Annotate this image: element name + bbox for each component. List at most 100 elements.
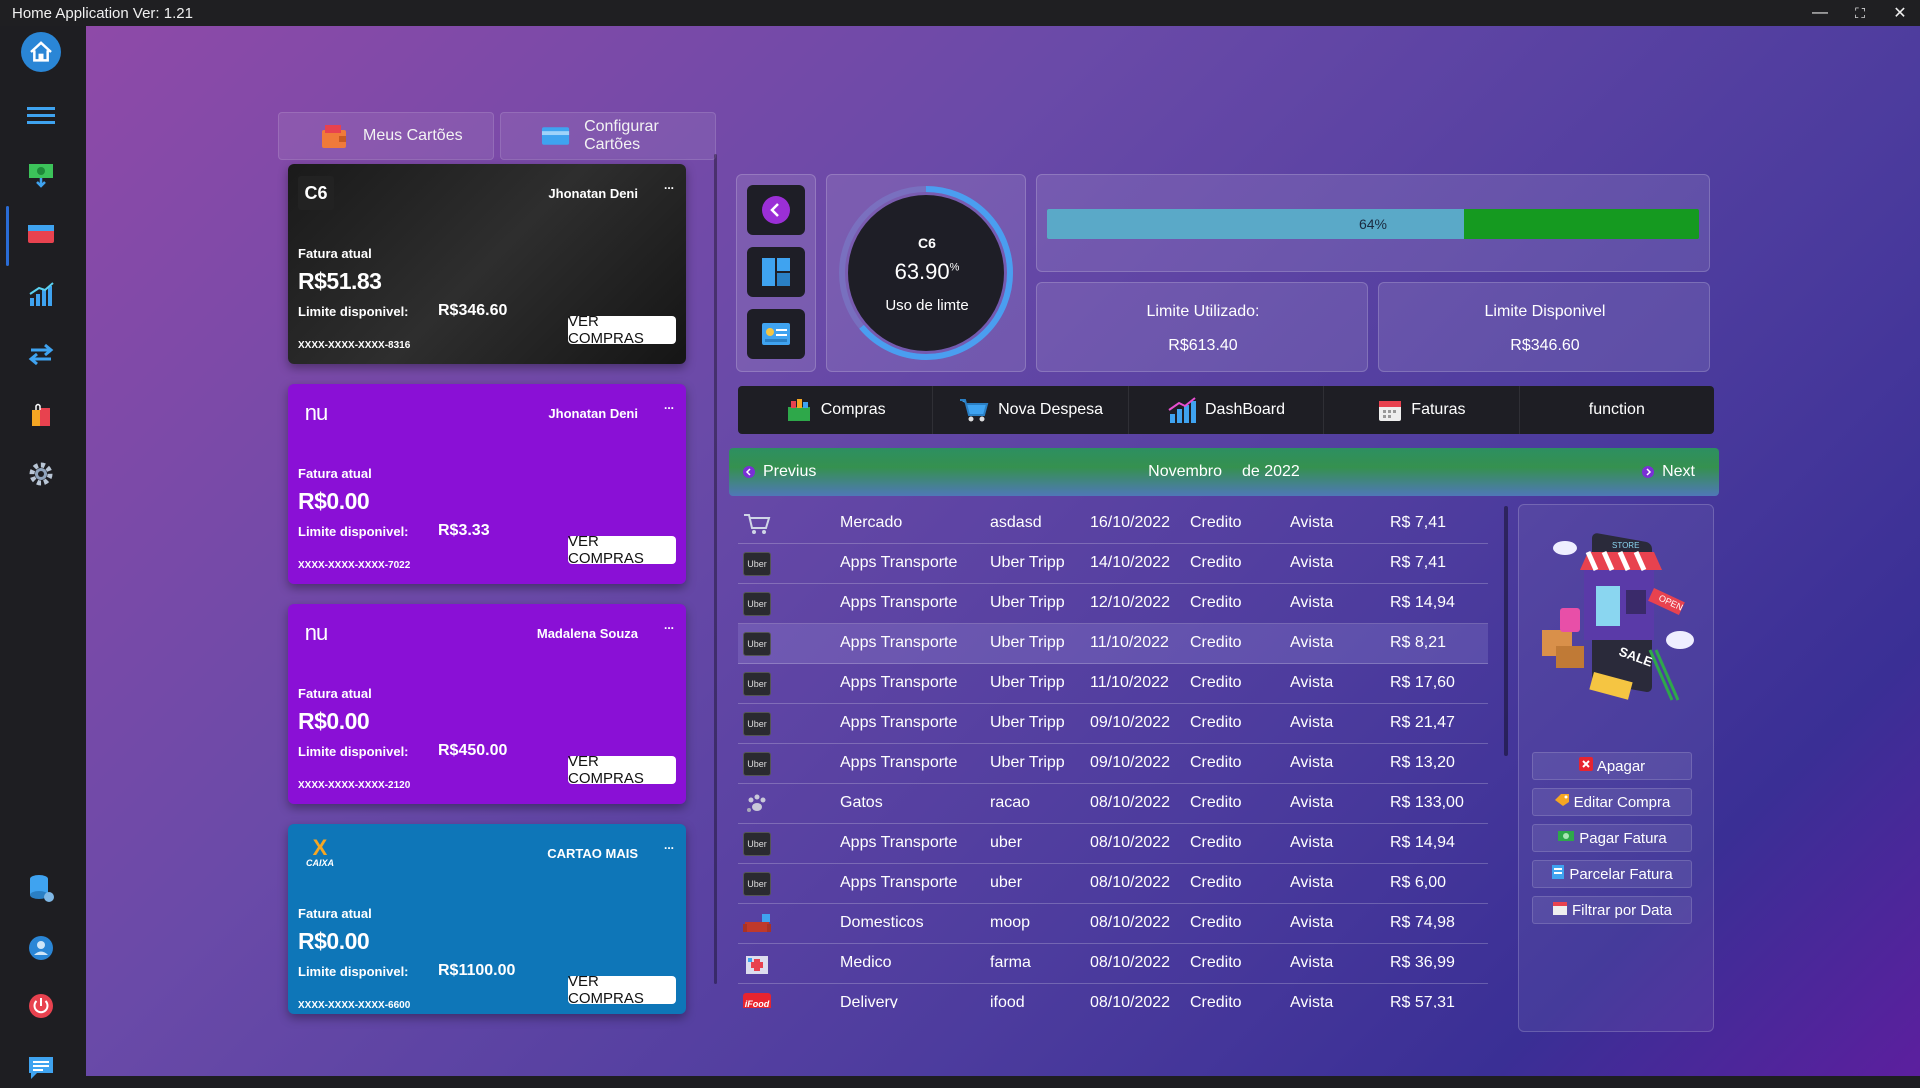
delete-icon (1578, 757, 1593, 775)
card-icon (1551, 864, 1565, 884)
cell-value: R$ 57,31 (1390, 994, 1455, 1008)
table-row[interactable]: Uber Apps Transporte Uber Tripp 09/10/2022 C… (738, 744, 1488, 784)
tab-compras[interactable]: Compras (738, 386, 934, 434)
cell-value: R$ 6,00 (1390, 874, 1447, 891)
editar-compra-button[interactable]: Editar Compra (1532, 788, 1692, 816)
table-row[interactable]: iFood Delivery ifood 08/10/2022 Credito Avist… (738, 984, 1488, 1008)
card-number: XXXX-XXXX-XXXX-8316 (298, 340, 411, 351)
cell-description: Uber Tripp (990, 554, 1065, 571)
chart-icon (29, 282, 54, 306)
sidebar-item-transfer[interactable] (21, 334, 61, 374)
cell-type: Credito (1190, 794, 1242, 811)
hospital-icon (742, 952, 772, 976)
sidebar-item-power[interactable] (21, 986, 61, 1026)
cell-mode: Avista (1290, 874, 1334, 891)
gear-icon (29, 462, 53, 486)
cell-mode: Avista (1290, 954, 1334, 971)
cell-description: Uber Tripp (990, 674, 1065, 691)
sidebar-item-menu[interactable] (21, 96, 61, 136)
ver-compras-button[interactable]: VER COMPRAS (568, 973, 676, 1007)
configurar-cartoes-button[interactable]: Configurar Cartões (500, 112, 716, 160)
cell-date: 08/10/2022 (1090, 994, 1171, 1008)
meus-cartoes-button[interactable]: Meus Cartões (278, 112, 494, 160)
table-scrollbar[interactable] (1504, 506, 1508, 756)
minimize-button[interactable]: — (1800, 0, 1840, 26)
sidebar-item-home[interactable] (21, 32, 61, 72)
dashboard-view-button[interactable] (747, 247, 805, 297)
cell-category: Apps Transporte (840, 634, 958, 651)
month-label: Novembro (1148, 463, 1222, 480)
fatura-value: R$51.83 (298, 268, 382, 294)
action-label: Pagar Fatura (1579, 829, 1667, 847)
table-row[interactable]: Uber Apps Transporte Uber Tripp 14/10/2022 C… (738, 544, 1488, 584)
uber-icon: Uber (742, 552, 772, 576)
sidebar-item-charts[interactable] (21, 274, 61, 314)
month-navigation: Previus Novembro de 2022 Next (729, 448, 1719, 496)
sidebar-item-money[interactable] (21, 154, 61, 194)
store-illustration: SALE OPEN STORE (1542, 533, 1694, 701)
credit-card[interactable]: nu Madalena Souza... Fatura atual R$0.00 Lim… (288, 604, 686, 804)
table-row[interactable]: Uber Apps Transporte uber 08/10/2022 Credito… (738, 864, 1488, 904)
table-row[interactable]: Uber Apps Transporte Uber Tripp 11/10/2022 C… (738, 664, 1488, 704)
pagar-fatura-button[interactable]: Pagar Fatura (1532, 824, 1692, 852)
credit-card[interactable]: nu Jhonatan Deni... Fatura atual R$0.00 Limi… (288, 384, 686, 584)
cell-mode: Avista (1290, 674, 1334, 691)
sidebar-item-shopping[interactable] (21, 394, 61, 434)
limit-available-panel: Limite Disponivel R$346.60 (1378, 282, 1710, 372)
view-switch-panel (736, 174, 816, 372)
credit-card-icon (28, 225, 54, 243)
cell-type: Credito (1190, 634, 1242, 651)
credit-card[interactable]: X CAIXA CARTAO MAIS... Fatura atual R$0.00 Li… (288, 824, 686, 1014)
cell-mode: Avista (1290, 794, 1334, 811)
card-view-button[interactable] (747, 309, 805, 359)
table-row[interactable]: Domesticos moop 08/10/2022 Credito Avista R$ … (738, 904, 1488, 944)
limit-used-label: Limite Utilizado: (1146, 303, 1260, 320)
table-row[interactable]: Uber Apps Transporte uber 08/10/2022 Credito… (738, 824, 1488, 864)
ver-compras-button[interactable]: VER COMPRAS (568, 533, 676, 567)
next-month-button[interactable]: Next (1642, 463, 1695, 481)
table-row[interactable]: Medico farma 08/10/2022 Credito Avista R$ 36,… (738, 944, 1488, 984)
usage-gauge-panel: C6 63.90% Uso de limte (826, 174, 1026, 372)
table-row[interactable]: Uber Apps Transporte Uber Tripp 11/10/2022 C… (738, 624, 1488, 664)
close-button[interactable]: ✕ (1880, 0, 1920, 26)
tab-function[interactable]: function (1520, 386, 1714, 434)
credit-card[interactable]: C6 Jhonatan Deni... Fatura atual R$51.83 Lim… (288, 164, 686, 364)
apagar-button[interactable]: Apagar (1532, 752, 1692, 780)
card-list-scrollbar[interactable] (714, 154, 717, 984)
cell-category: Apps Transporte (840, 674, 958, 691)
table-row[interactable]: Gatos racao 08/10/2022 Credito Avista R$ 133,… (738, 784, 1488, 824)
table-row[interactable]: Mercado asdasd 16/10/2022 Credito Avista R$ 7… (738, 504, 1488, 544)
sidebar-item-user[interactable] (21, 928, 61, 968)
table-row[interactable]: Uber Apps Transporte Uber Tripp 09/10/2022 C… (738, 704, 1488, 744)
card-options-button[interactable]: ... (664, 838, 674, 852)
calendar-icon (1552, 900, 1568, 920)
year-label: de 2022 (1241, 463, 1300, 480)
maximize-button[interactable]: ⛶ (1840, 0, 1880, 26)
sidebar-item-chat[interactable] (21, 1048, 61, 1088)
tab-nova-despesa[interactable]: Nova Despesa (933, 386, 1129, 434)
tab-faturas[interactable]: Faturas (1324, 386, 1520, 434)
cell-date: 08/10/2022 (1090, 954, 1171, 971)
filtrar-por-data-button[interactable]: Filtrar por Data (1532, 896, 1692, 924)
ver-compras-button[interactable]: VER COMPRAS (568, 753, 676, 787)
id-card-icon (762, 323, 790, 345)
fatura-value: R$0.00 (298, 708, 370, 734)
shopping-icon (32, 403, 50, 426)
card-options-button[interactable]: ... (664, 178, 674, 192)
fatura-label: Fatura atual (298, 686, 372, 701)
uber-icon: Uber (742, 872, 772, 896)
ver-compras-button[interactable]: VER COMPRAS (568, 313, 676, 347)
power-icon (29, 994, 53, 1018)
sidebar-item-database[interactable] (21, 868, 61, 908)
cell-value: R$ 36,99 (1390, 954, 1455, 971)
cell-type: Credito (1190, 594, 1242, 611)
sidebar-item-settings[interactable] (21, 454, 61, 494)
tab-dashboard[interactable]: DashBoard (1129, 386, 1325, 434)
tab-function-label: function (1588, 401, 1645, 418)
sidebar-item-cards[interactable] (21, 214, 61, 254)
table-row[interactable]: Uber Apps Transporte Uber Tripp 12/10/2022 C… (738, 584, 1488, 624)
card-options-button[interactable]: ... (664, 398, 674, 412)
card-options-button[interactable]: ... (664, 618, 674, 632)
back-button[interactable] (747, 185, 805, 235)
parcelar-fatura-button[interactable]: Parcelar Fatura (1532, 860, 1692, 888)
